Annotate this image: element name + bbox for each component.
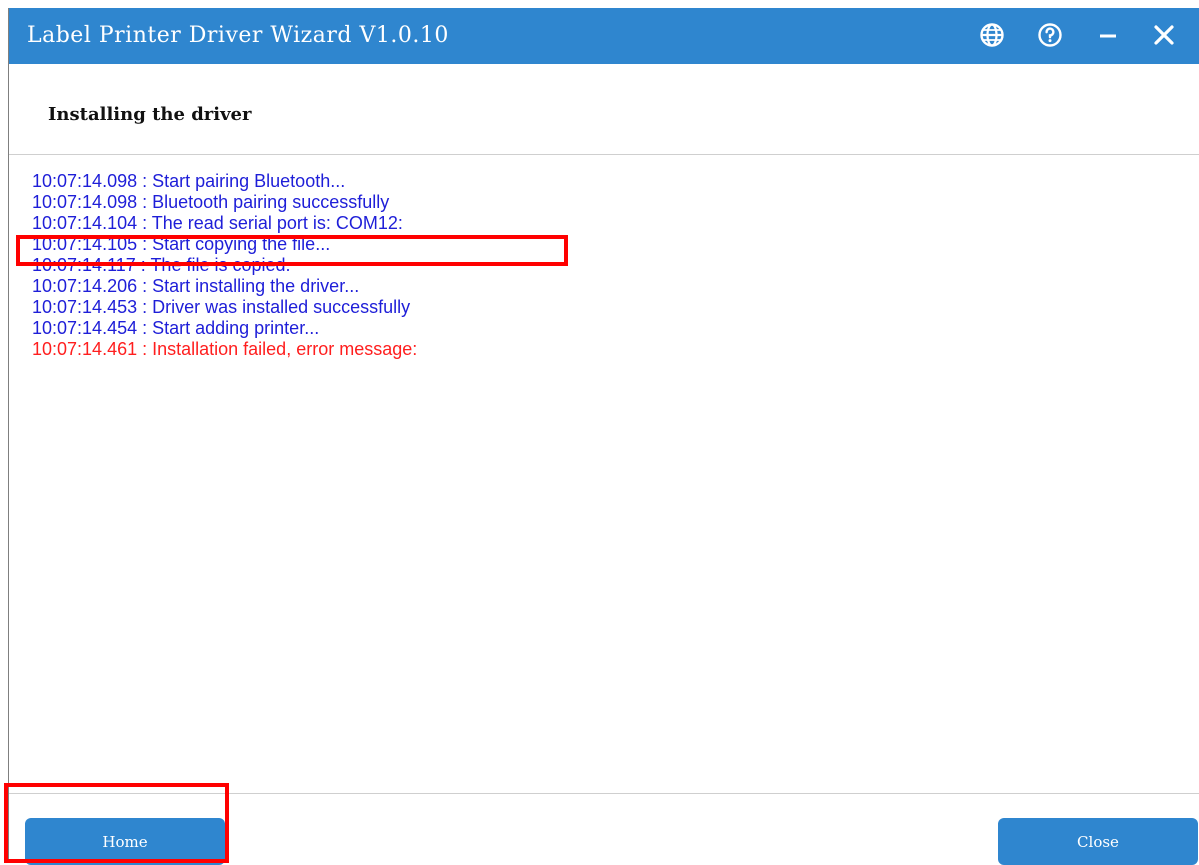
close-button[interactable]: Close — [998, 818, 1198, 865]
log-line: 10:07:14.453 : Driver was installed succ… — [32, 297, 411, 317]
log-line: 10:07:14.098 : Start pairing Bluetooth..… — [32, 171, 346, 191]
title-bar[interactable]: Label Printer Driver Wizard V1.0.10 — [9, 8, 1199, 64]
help-icon[interactable] — [1035, 20, 1065, 50]
log-line: 10:07:14.461 : Installation failed, erro… — [32, 339, 418, 359]
globe-icon[interactable] — [977, 20, 1007, 50]
step-title: Installing the driver — [48, 104, 252, 125]
highlight-serial-port-line — [16, 235, 568, 266]
minimize-icon[interactable] — [1093, 20, 1123, 50]
wizard-window: Label Printer Driver Wizard V1.0.10 Inst… — [8, 8, 1199, 865]
window-title: Label Printer Driver Wizard V1.0.10 — [27, 23, 449, 48]
step-header: Installing the driver — [9, 64, 1199, 155]
highlight-home-button — [4, 783, 229, 863]
log-line: 10:07:14.098 : Bluetooth pairing success… — [32, 192, 390, 212]
log-line: 10:07:14.454 : Start adding printer... — [32, 318, 320, 338]
log-line: 10:07:14.206 : Start installing the driv… — [32, 276, 360, 296]
log-line: 10:07:14.104 : The read serial port is: … — [32, 213, 403, 233]
close-icon[interactable] — [1149, 20, 1179, 50]
